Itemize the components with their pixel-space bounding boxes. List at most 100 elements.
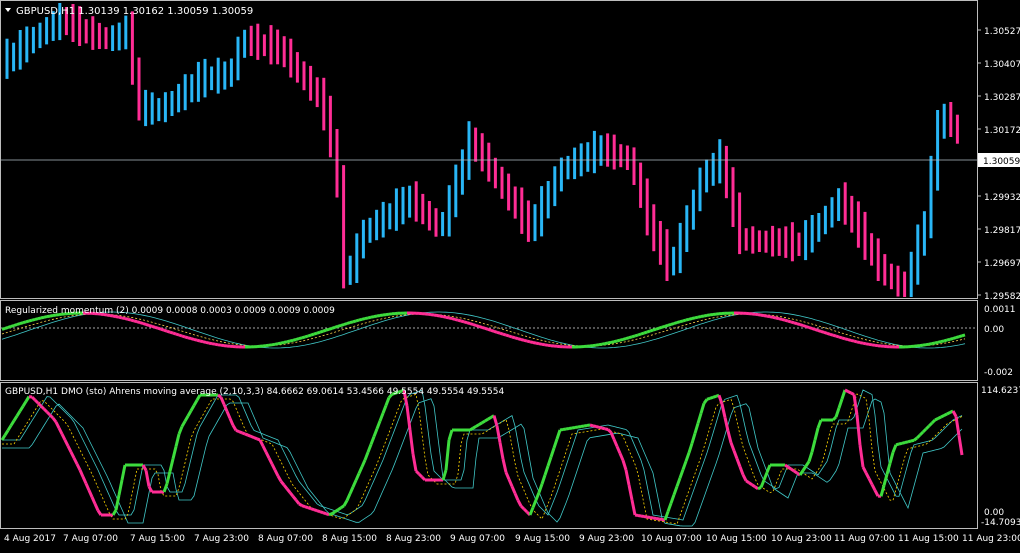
- momentum-main-line: [779, 319, 782, 320]
- momentum-main-line: [446, 317, 449, 318]
- momentum-main-line: [611, 342, 614, 343]
- dmo-axis-bottom: -14.7093: [981, 518, 1020, 528]
- momentum-main-line: [533, 343, 536, 344]
- momentum-main-line: [122, 318, 125, 319]
- dmo-main-line: [524, 509, 527, 512]
- momentum-main-line: [671, 324, 674, 325]
- momentum-main-line: [797, 324, 800, 325]
- momentum-main-line: [161, 329, 164, 330]
- momentum-main-line: [530, 342, 533, 343]
- dmo-panel-title: GBPUSD,H1 DMO (sto) Ahrens moving averag…: [5, 387, 504, 397]
- momentum-main-line: [206, 342, 209, 343]
- dmo-main-line: [476, 425, 479, 427]
- dmo-main-line: [911, 440, 914, 441]
- momentum-main-line: [335, 326, 338, 327]
- dmo-main-line: [485, 419, 488, 421]
- dmo-main-line: [593, 426, 596, 427]
- momentum-main-line: [326, 329, 329, 330]
- trading-chart-window[interactable]: GBPUSD,H1 1.30139 1.30162 1.30059 1.3005…: [0, 0, 1020, 549]
- momentum-main-line: [149, 325, 152, 326]
- price-axis-label-5: 1.29817: [977, 226, 1020, 236]
- time-label: 9 Aug 07:00: [450, 534, 505, 544]
- momentum-main-line: [203, 342, 206, 343]
- momentum-main-line: [173, 333, 176, 334]
- momentum-axis-bottom: -0.002: [984, 368, 1013, 378]
- dmo-main-line: [635, 515, 638, 516]
- momentum-main-line: [869, 344, 872, 345]
- dmo-main-line: [941, 416, 944, 418]
- momentum-main-line: [602, 344, 605, 345]
- dmo-main-line: [659, 519, 662, 520]
- momentum-main-line: [686, 319, 689, 320]
- momentum-main-line: [116, 317, 119, 318]
- momentum-main-line: [608, 342, 611, 343]
- momentum-main-line: [443, 317, 446, 318]
- momentum-main-line: [359, 319, 362, 320]
- dmo-main-line: [239, 432, 242, 433]
- momentum-main-line: [467, 323, 470, 324]
- price-axis: 1.30527 1.30407 1.30287 1.30172 1.29932 …: [977, 27, 1020, 302]
- dmo-main-line: [596, 427, 599, 428]
- momentum-main-line: [317, 332, 320, 333]
- momentum-main-line: [362, 319, 365, 320]
- momentum-main-line: [347, 323, 350, 324]
- momentum-main-line: [143, 324, 146, 325]
- momentum-main-line: [32, 319, 35, 320]
- momentum-main-line: [23, 322, 26, 323]
- dmo-main-line: [560, 430, 563, 431]
- momentum-main-line: [824, 332, 827, 333]
- momentum-main-line: [140, 323, 143, 324]
- momentum-main-line: [929, 344, 932, 345]
- momentum-main-line: [38, 318, 41, 319]
- dmo-main-line: [932, 420, 935, 423]
- momentum-main-line: [200, 341, 203, 342]
- momentum-main-line: [515, 338, 518, 339]
- dmo-main-line: [335, 510, 338, 512]
- momentum-main-line: [176, 334, 179, 335]
- dmo-main-line: [899, 443, 902, 444]
- dmo-main-line: [917, 435, 920, 438]
- momentum-main-line: [365, 318, 368, 319]
- dmo-main-line: [521, 506, 524, 509]
- momentum-main-line: [638, 334, 641, 335]
- momentum-main-line: [374, 316, 377, 317]
- momentum-main-line: [809, 328, 812, 329]
- dmo-main-line: [929, 423, 932, 426]
- dmo-main-line: [47, 412, 50, 415]
- dmo-main-line: [923, 429, 926, 432]
- momentum-main-line: [332, 327, 335, 328]
- momentum-main-line: [293, 340, 296, 341]
- momentum-main-line: [848, 340, 851, 341]
- price-axis-label-1: 1.30407: [977, 60, 1020, 70]
- momentum-main-line: [857, 342, 860, 343]
- momentum-main-line: [701, 316, 704, 317]
- momentum-main-line: [920, 345, 923, 346]
- dmo-main-line: [242, 433, 245, 434]
- time-label: 10 Aug 07:00: [641, 534, 702, 544]
- momentum-main-line: [617, 340, 620, 341]
- current-price-label: 1.30059: [983, 157, 1020, 167]
- dmo-main-line: [50, 415, 53, 418]
- dmo-main-line: [254, 438, 257, 439]
- momentum-main-line: [845, 339, 848, 340]
- momentum-main-line: [767, 316, 770, 317]
- momentum-main-line: [17, 324, 20, 325]
- dmo-main-line: [341, 506, 344, 508]
- momentum-main-line: [959, 336, 962, 337]
- momentum-main-line: [14, 325, 17, 326]
- dmo-main-line: [329, 514, 332, 515]
- momentum-main-line: [473, 325, 476, 326]
- svg-text:1.30287: 1.30287: [984, 93, 1020, 103]
- dmo-main-line: [479, 423, 482, 425]
- momentum-main-line: [470, 324, 473, 325]
- dmo-main-line: [713, 396, 716, 397]
- dmo-main-line: [236, 430, 239, 431]
- momentum-main-line: [452, 319, 455, 320]
- momentum-main-line: [302, 337, 305, 338]
- momentum-main-line: [644, 332, 647, 333]
- svg-text:1.29697: 1.29697: [984, 259, 1020, 269]
- time-label: 11 Aug 23:00: [962, 534, 1020, 544]
- momentum-main-line: [785, 320, 788, 321]
- momentum-main-line: [839, 337, 842, 338]
- momentum-main-line: [350, 322, 353, 323]
